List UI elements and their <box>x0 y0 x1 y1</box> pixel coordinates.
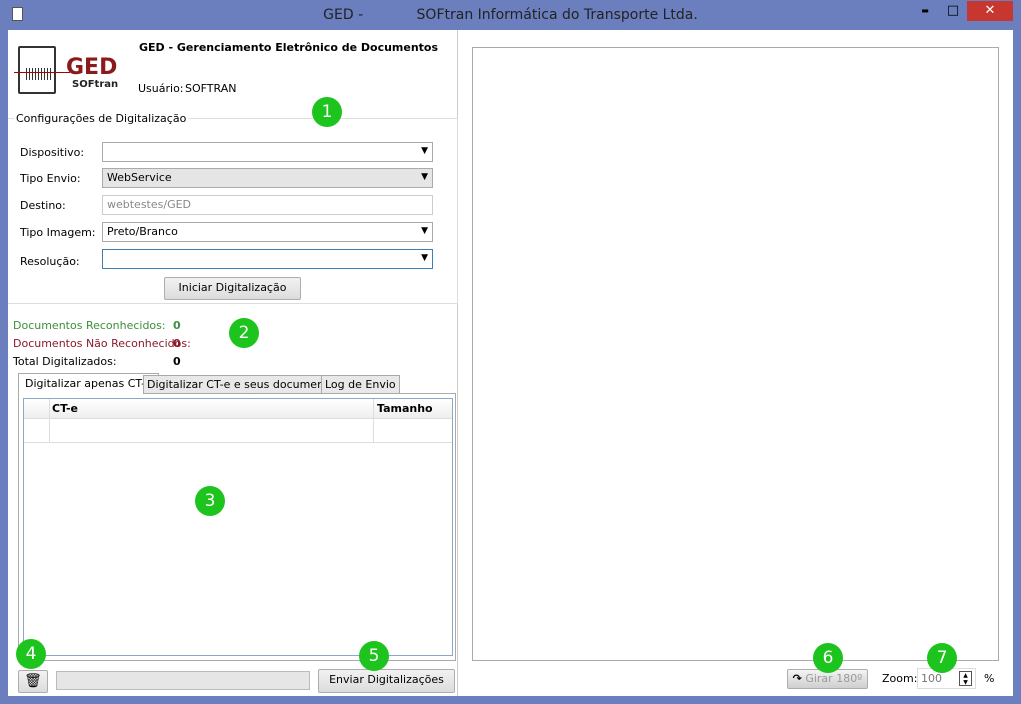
tab-apenas-cte[interactable]: Digitalizar apenas CT-e <box>18 373 159 394</box>
destino-field[interactable]: webtestes/GED <box>102 195 433 215</box>
tab-cte-documentos[interactable]: Digitalizar CT-e e seus documentos <box>143 375 345 394</box>
app-name: GED - Gerenciamento Eletrônico de Docume… <box>139 41 439 54</box>
tipo-imagem-select[interactable]: Preto/Branco ▼ <box>102 222 433 242</box>
iniciar-digitalizacao-button[interactable]: Iniciar Digitalização <box>164 277 301 300</box>
chevron-down-icon: ▼ <box>421 253 428 263</box>
user-value: SOFTRAN <box>185 82 237 95</box>
enviar-digitalizacoes-button[interactable]: Enviar Digitalizações <box>318 669 455 693</box>
spinner-icon[interactable]: ▲ ▼ <box>959 671 972 686</box>
document-barcode-icon <box>18 46 56 94</box>
user-label: Usuário: <box>138 82 184 95</box>
zoom-label: Zoom: <box>882 672 918 685</box>
chevron-down-icon: ▼ <box>421 172 428 182</box>
reconhecidos-label: Documentos Reconhecidos: <box>13 319 166 332</box>
dispositivo-select[interactable]: ▼ <box>102 142 433 162</box>
window-title: GED - SOFtran Informática do Transporte … <box>323 7 698 23</box>
chevron-down-icon: ▼ <box>421 226 428 236</box>
total-label: Total Digitalizados: <box>13 355 117 368</box>
resolucao-select[interactable]: ▼ <box>102 249 433 269</box>
maximize-button[interactable]: □ <box>940 1 966 21</box>
badge-2: 2 <box>229 318 259 348</box>
rotate-icon: ↷ <box>792 672 802 685</box>
title-bar: GED - SOFtran Informática do Transporte … <box>0 0 1021 30</box>
image-preview <box>472 47 999 661</box>
nao-reconhecidos-value: 0 <box>173 337 181 350</box>
zoom-unit: % <box>984 672 995 685</box>
left-panel: GED SOFtran GED - Gerenciamento Eletrôni… <box>8 30 458 696</box>
tipo-envio-select[interactable]: WebService ▼ <box>102 168 433 188</box>
badge-3: 3 <box>195 486 225 516</box>
cte-table: CT-e Tamanho <box>23 398 453 656</box>
nao-reconhecidos-label: Documentos Não Reconhecidos: <box>13 337 191 350</box>
reconhecidos-value: 0 <box>173 319 181 332</box>
tab-log-envio[interactable]: Log de Envio <box>321 375 400 394</box>
column-tamanho[interactable]: Tamanho <box>377 402 433 415</box>
trash-icon: 🗑 <box>24 673 42 689</box>
minimize-button[interactable]: ▬ <box>912 1 938 21</box>
right-panel: ↷ Girar 180º Zoom: 100 ▲ ▼ % <box>458 30 1013 696</box>
badge-1: 1 <box>312 97 342 127</box>
close-button[interactable]: ✕ <box>967 1 1013 21</box>
delete-button[interactable]: 🗑 <box>18 670 48 693</box>
progress-bar <box>56 671 310 690</box>
badge-6: 6 <box>813 643 843 673</box>
total-value: 0 <box>173 355 181 368</box>
chevron-down-icon: ▼ <box>421 146 428 156</box>
config-title: Configurações de Digitalização <box>14 112 189 125</box>
badge-7: 7 <box>927 643 957 673</box>
badge-4: 4 <box>16 639 46 669</box>
logo: GED SOFtran <box>14 46 129 108</box>
badge-5: 5 <box>359 641 389 671</box>
column-cte[interactable]: CT-e <box>52 402 78 415</box>
